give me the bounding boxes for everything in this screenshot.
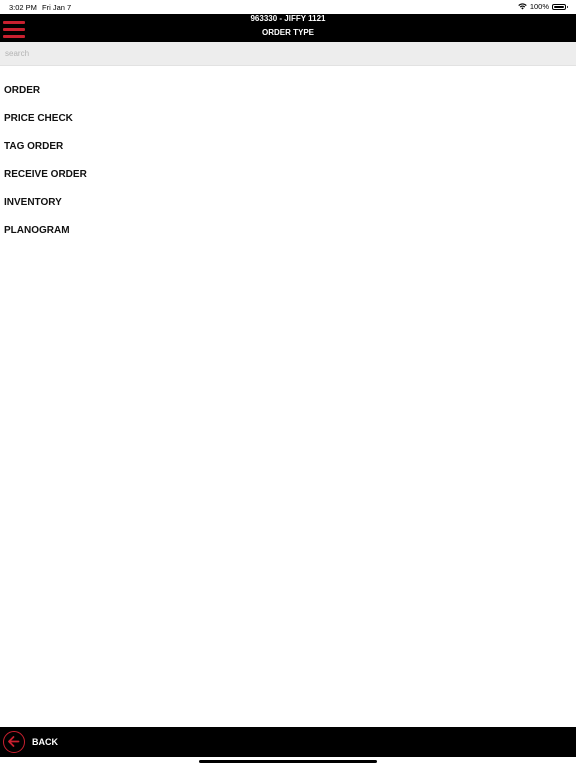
- screen: 3:02 PM Fri Jan 7 100% 963330 - JIFFY 11…: [0, 0, 576, 768]
- menu-item-order[interactable]: ORDER: [0, 80, 576, 108]
- status-bar: 3:02 PM Fri Jan 7 100%: [0, 0, 576, 14]
- order-type-list: ORDER PRICE CHECK TAG ORDER RECEIVE ORDE…: [0, 80, 576, 248]
- back-button[interactable]: BACK: [3, 730, 58, 754]
- page-title: ORDER TYPE: [261, 28, 314, 37]
- footer-bar: BACK: [0, 727, 576, 757]
- store-title: 963330 - JIFFY 1121: [250, 14, 326, 23]
- search-bar: [0, 42, 576, 66]
- wifi-icon: [518, 3, 527, 10]
- status-indicators: 100%: [518, 2, 568, 11]
- battery-percent: 100%: [529, 2, 549, 11]
- menu-item-price-check[interactable]: PRICE CHECK: [0, 108, 576, 136]
- menu-item-inventory[interactable]: INVENTORY: [0, 192, 576, 220]
- menu-item-planogram[interactable]: PLANOGRAM: [0, 220, 576, 248]
- menu-item-receive-order[interactable]: RECEIVE ORDER: [0, 164, 576, 192]
- home-indicator: [199, 760, 377, 763]
- battery-icon: [552, 3, 568, 10]
- status-date: Fri Jan 7: [42, 3, 72, 12]
- status-time: 3:02 PM: [9, 3, 37, 12]
- back-label: BACK: [32, 737, 58, 747]
- search-input[interactable]: [1, 43, 574, 64]
- header-bar: 963330 - JIFFY 1121 ORDER TYPE: [0, 14, 576, 42]
- back-arrow-icon[interactable]: [3, 731, 25, 753]
- menu-item-tag-order[interactable]: TAG ORDER: [0, 136, 576, 164]
